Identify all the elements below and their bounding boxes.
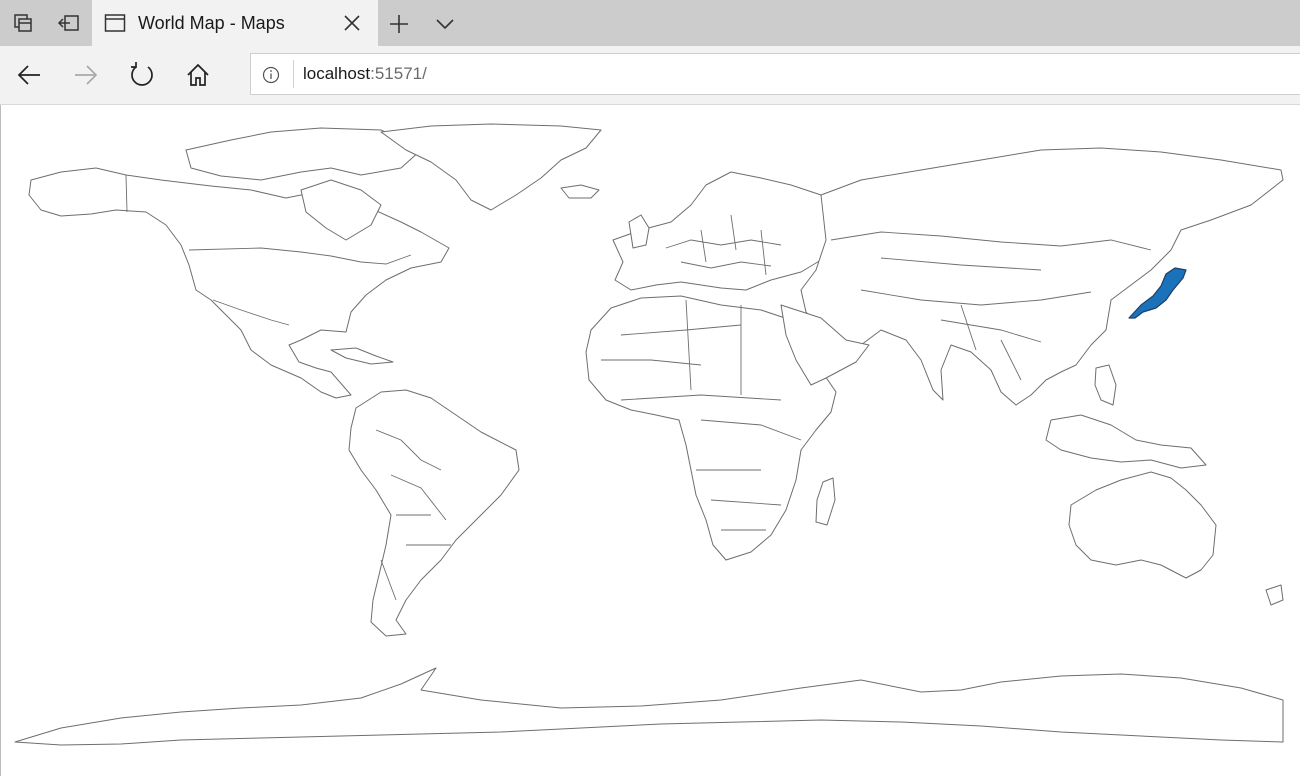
url-host: localhost xyxy=(303,64,371,83)
close-tab-icon[interactable] xyxy=(341,12,363,34)
south-america-landmass xyxy=(348,389,520,637)
chevron-down-icon[interactable] xyxy=(432,11,458,37)
navigation-bar: localhost:51571/ xyxy=(0,46,1300,105)
refresh-icon[interactable] xyxy=(127,60,157,90)
sea-islands xyxy=(1045,414,1207,469)
address-separator xyxy=(293,60,294,88)
page-content xyxy=(0,105,1300,776)
tab-strip: World Map - Maps xyxy=(0,0,1300,46)
page-icon xyxy=(104,14,126,32)
address-bar[interactable]: localhost:51571/ xyxy=(250,53,1300,95)
set-tabs-aside-button[interactable] xyxy=(46,0,92,46)
url-port: :51571/ xyxy=(370,64,427,83)
north-america-landmass xyxy=(28,167,450,399)
australia-landmass xyxy=(1068,471,1217,579)
tab-groups-icon xyxy=(14,14,32,32)
new-tab-icon[interactable] xyxy=(386,11,412,37)
asia-landmass xyxy=(800,147,1284,406)
antarctica xyxy=(14,667,1284,746)
forward-arrow-icon[interactable] xyxy=(71,60,101,90)
new-zealand xyxy=(1265,584,1284,606)
iceland xyxy=(560,184,600,199)
caribbean-islands xyxy=(330,347,394,365)
browser-tab-active[interactable]: World Map - Maps xyxy=(92,0,378,46)
world-map xyxy=(14,123,1284,746)
tab-groups-button[interactable] xyxy=(0,0,46,46)
philippines xyxy=(1094,364,1117,406)
home-icon[interactable] xyxy=(183,60,213,90)
back-arrow-icon[interactable] xyxy=(14,60,44,90)
url-text[interactable]: localhost:51571/ xyxy=(303,64,427,84)
info-icon[interactable] xyxy=(261,65,281,85)
madagascar xyxy=(815,477,836,526)
tab-title: World Map - Maps xyxy=(138,13,285,33)
great-britain xyxy=(628,214,650,249)
tabs-aside-icon xyxy=(57,15,79,31)
